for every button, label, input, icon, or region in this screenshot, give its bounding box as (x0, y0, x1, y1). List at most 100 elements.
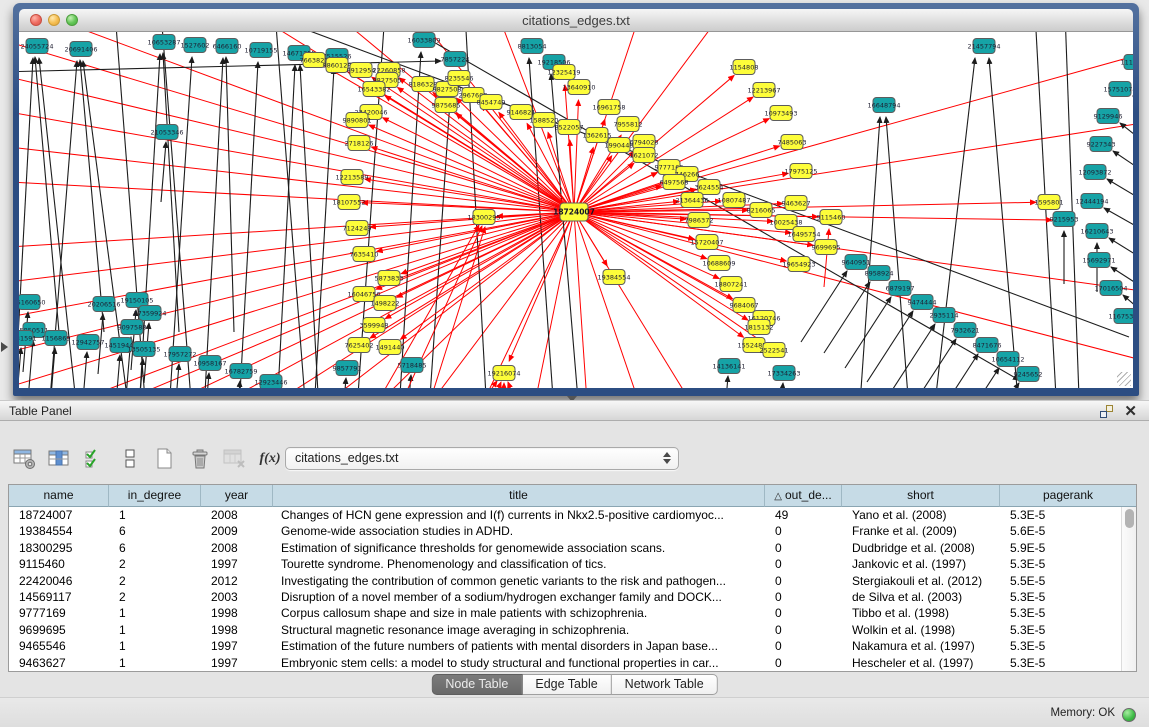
table-cell[interactable]: 5.3E-5 (1000, 507, 1121, 523)
table-cell[interactable]: Genome-wide association studies in ADHD. (273, 523, 765, 539)
graph-node[interactable]: 6466160 (213, 39, 242, 54)
graph-node[interactable]: 9684067 (730, 298, 759, 313)
graph-node[interactable]: 2522541 (760, 343, 789, 358)
table-cell[interactable]: 0 (765, 622, 842, 638)
table-cell[interactable]: Structural magnetic resonance image aver… (273, 622, 765, 638)
graph-node[interactable]: 1498222 (371, 296, 400, 311)
table-cell[interactable]: 18300295 (9, 540, 109, 556)
graph-node[interactable]: 9097588 (118, 320, 147, 335)
graph-node[interactable]: 15751074 (1103, 82, 1133, 97)
table-cell[interactable]: Estimation of the future numbers of pati… (273, 638, 765, 654)
table-cell[interactable]: 1998 (201, 622, 273, 638)
table-cell[interactable]: Dudbridge et al. (2008) (842, 540, 1000, 556)
graph-node[interactable]: 9857791 (333, 361, 362, 376)
table-cell[interactable]: 1 (109, 507, 201, 523)
close-panel-icon[interactable]: ✕ (1124, 402, 1137, 420)
table-cell[interactable]: 2 (109, 556, 201, 572)
graph-node[interactable]: 9245652 (1014, 367, 1043, 382)
graph-node[interactable]: 7955812 (614, 117, 643, 132)
table-cell[interactable]: 5.3E-5 (1000, 589, 1121, 605)
graph-node[interactable]: 7625402 (345, 338, 374, 353)
table-row[interactable]: 977716911998Corpus callosum shape and si… (9, 605, 1121, 621)
table-cell[interactable]: 18724007 (9, 507, 109, 523)
table-cell[interactable]: 2008 (201, 540, 273, 556)
graph-node[interactable]: 7485063 (778, 135, 807, 150)
graph-node[interactable]: 9890801 (343, 113, 372, 128)
graph-node[interactable]: 2718126 (345, 136, 374, 151)
graph-node[interactable]: 14136141 (712, 359, 745, 374)
table-cell[interactable]: 6 (109, 540, 201, 556)
table-cell[interactable]: 5.3E-5 (1000, 556, 1121, 572)
tab-network-table[interactable]: Network Table (612, 674, 718, 695)
graph-node[interactable]: 16648794 (867, 98, 900, 113)
table-cell[interactable]: 9777169 (9, 605, 109, 621)
graph-node[interactable]: 17016504 (1094, 281, 1127, 296)
table-cell[interactable]: Wolkin et al. (1998) (842, 622, 1000, 638)
table-cell[interactable]: 0 (765, 523, 842, 539)
table-row[interactable]: 1872400712008Changes of HCN gene express… (9, 507, 1121, 523)
table-row[interactable]: 969969511998Structural magnetic resonanc… (9, 622, 1121, 638)
table-cell[interactable]: 2008 (201, 507, 273, 523)
table-cell[interactable]: 0 (765, 638, 842, 654)
table-cell[interactable]: de Silva et al. (2003) (842, 589, 1000, 605)
table-cell[interactable]: 5.3E-5 (1000, 622, 1121, 638)
graph-node[interactable]: 17975125 (784, 164, 817, 179)
table-scrollbar[interactable] (1121, 507, 1136, 671)
table-cell[interactable]: 0 (765, 556, 842, 572)
table-cell[interactable]: 5.6E-5 (1000, 523, 1121, 539)
graph-node[interactable]: 9227343 (1087, 137, 1116, 152)
graph-node[interactable]: 12444194 (1075, 194, 1108, 209)
graph-node[interactable]: 8958924 (865, 266, 894, 281)
graph-node[interactable]: 12093872 (1078, 165, 1111, 180)
graph-node[interactable]: 9875685 (432, 98, 461, 113)
network-window-titlebar[interactable]: citations_edges.txt (19, 9, 1133, 32)
table-cell[interactable]: Estimation of significance thresholds fo… (273, 540, 765, 556)
table-cell[interactable]: 2009 (201, 523, 273, 539)
table-cell[interactable]: 2003 (201, 589, 273, 605)
graph-node[interactable]: 1815132 (745, 320, 774, 335)
graph-node[interactable]: 12213967 (747, 83, 780, 98)
graph-node[interactable]: 7635410 (350, 247, 379, 262)
column-visibility-icon[interactable] (47, 447, 73, 471)
table-cell[interactable]: Investigating the contribution of common… (273, 573, 765, 589)
graph-node[interactable]: 12942757 (71, 335, 104, 350)
graph-node[interactable]: 18107552 (332, 195, 365, 210)
table-cell[interactable]: 1997 (201, 638, 273, 654)
table-cell[interactable]: Changes of HCN gene expression and I(f) … (273, 507, 765, 523)
graph-node[interactable]: 9640951 (842, 255, 871, 270)
network-canvas[interactable]: 2405572420691406106532871527602646616010… (19, 32, 1133, 388)
graph-node[interactable]: 12923446 (254, 375, 287, 389)
table-cell[interactable]: 5.3E-5 (1000, 605, 1121, 621)
graph-node[interactable]: 9115460 (817, 210, 846, 225)
graph-node[interactable]: 21457794 (967, 39, 1000, 54)
table-cell[interactable]: 0 (765, 605, 842, 621)
graph-node[interactable]: 1491440 (376, 340, 405, 355)
table-cell[interactable]: 19384554 (9, 523, 109, 539)
graph-node[interactable]: 8454749 (477, 95, 506, 110)
table-cell[interactable]: Embryonic stem cells: a model to study s… (273, 655, 765, 671)
graph-node[interactable]: 10688609 (702, 256, 735, 271)
table-cell[interactable]: 9699695 (9, 622, 109, 638)
table-cell[interactable]: 1997 (201, 556, 273, 572)
tab-node-table[interactable]: Node Table (431, 674, 522, 695)
graph-node[interactable]: 1156869 (42, 331, 71, 346)
graph-node[interactable]: 12213589 (335, 170, 368, 185)
table-cell[interactable]: 0 (765, 540, 842, 556)
graph-node[interactable]: 9699695 (812, 240, 841, 255)
window-resize-grip[interactable] (1117, 372, 1131, 386)
graph-node[interactable]: 15692971 (1082, 253, 1115, 268)
graph-node[interactable]: 1362615 (583, 128, 612, 143)
graph-node[interactable]: 19384554 (597, 270, 630, 285)
table-cell[interactable]: 2012 (201, 573, 273, 589)
new-column-icon[interactable] (152, 447, 178, 471)
table-cell[interactable]: 9465546 (9, 638, 109, 654)
column-header[interactable]: in_degree (109, 485, 201, 507)
graph-node[interactable]: 17334263 (767, 366, 800, 381)
graph-node[interactable]: 8471676 (973, 338, 1002, 353)
graph-node[interactable]: 18300295 (467, 210, 500, 225)
graph-node[interactable]: 1595801 (1035, 195, 1064, 210)
table-row[interactable]: 2242004622012Investigating the contribut… (9, 573, 1121, 589)
graph-node[interactable]: 16782759 (224, 364, 257, 379)
delete-column-icon[interactable] (187, 447, 213, 471)
graph-node[interactable]: 8912954 (347, 63, 376, 78)
